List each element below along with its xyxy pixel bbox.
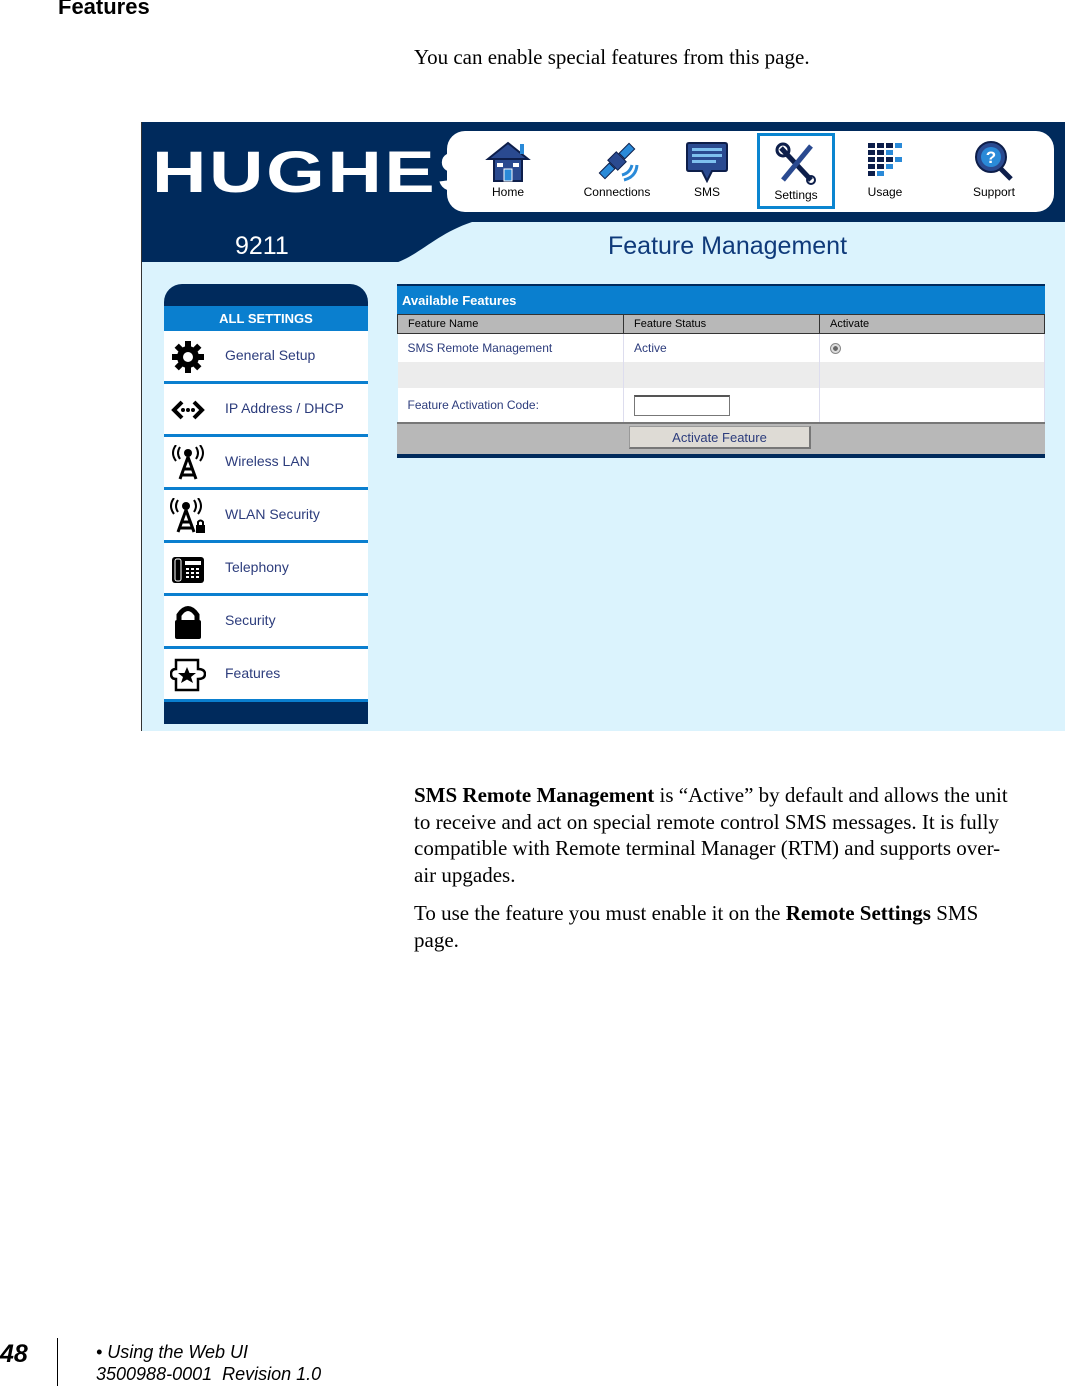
paragraph-text: To use the feature you must enable it on… — [414, 901, 786, 925]
nav-settings-label: Settings — [774, 188, 818, 202]
column-header: Feature Name — [397, 314, 624, 334]
sidebar-item-wlan-security[interactable]: WLAN Security — [164, 490, 368, 543]
paragraph-remote-settings: To use the feature you must enable it on… — [414, 900, 1014, 953]
activate-feature-button[interactable]: Activate Feature — [629, 426, 811, 449]
svg-text:?: ? — [986, 148, 996, 167]
column-header: Activate — [819, 314, 1045, 334]
nav-support[interactable]: ? Support — [955, 133, 1033, 209]
sidebar-label: Telephony — [225, 559, 289, 575]
message-icon — [686, 142, 728, 183]
puzzle-star-icon — [170, 658, 206, 692]
satellite-icon — [598, 142, 639, 182]
page-number: 48 — [0, 1340, 28, 1368]
footer-chapter: • Using the Web UI — [96, 1342, 249, 1362]
nav-connections-label: Connections — [583, 185, 651, 199]
footer-divider — [57, 1338, 58, 1386]
antenna-icon — [172, 445, 204, 480]
paragraph-sms-remote: SMS Remote Management is “Active” by def… — [414, 782, 1014, 888]
nav-home-label: Home — [491, 185, 524, 199]
lock-icon — [175, 606, 201, 639]
section-title: Features — [58, 0, 150, 19]
activation-code-cell — [623, 388, 820, 422]
nav-support-label: Support — [972, 185, 1016, 199]
model-number: 9211 — [235, 232, 289, 260]
home-icon — [485, 141, 531, 182]
antenna-lock-icon — [170, 498, 205, 533]
sidebar-header: ALL SETTINGS — [164, 306, 368, 331]
activate-cell — [819, 333, 1045, 362]
table-row: SMS Remote Management Active — [397, 333, 1045, 362]
activate-radio[interactable] — [830, 343, 841, 355]
spacer-row — [397, 362, 1045, 388]
nav-usage-label: Usage — [867, 185, 903, 199]
nav-sms-label: SMS — [693, 185, 720, 199]
main-nav: Home Connections SMS Settings Usage ? Su… — [447, 131, 1054, 212]
bold-term: Remote Settings — [785, 901, 931, 925]
nav-settings[interactable]: Settings — [757, 133, 835, 209]
feature-name: SMS Remote Management — [397, 333, 624, 362]
panel-title: Available Features — [397, 284, 1045, 314]
hughes-logo: HUGHES — [152, 140, 491, 205]
button-row: Activate Feature — [397, 422, 1045, 458]
phone-icon — [172, 557, 204, 583]
nav-sms[interactable]: SMS — [668, 133, 746, 209]
features-table: Feature Name Feature Status Activate SMS… — [397, 314, 1045, 422]
help-icon: ? — [975, 141, 1013, 181]
activation-code-label: Feature Activation Code: — [397, 388, 624, 422]
sidebar-label: Wireless LAN — [225, 453, 310, 469]
sidebar-label: WLAN Security — [225, 506, 320, 522]
page-title: Feature Management — [608, 232, 848, 260]
sidebar-item-wireless-lan[interactable]: Wireless LAN — [164, 437, 368, 490]
activation-code-row: Feature Activation Code: — [397, 388, 1045, 422]
table-header-row: Feature Name Feature Status Activate — [397, 314, 1045, 334]
sidebar-item-security[interactable]: Security — [164, 596, 368, 649]
sidebar-item-general-setup[interactable]: General Setup — [164, 331, 368, 384]
web-ui-screenshot: HUGHES 9211 Home Connections SMS Setting… — [141, 122, 1065, 731]
nav-connections[interactable]: Connections — [577, 133, 657, 209]
footer-text: • Using the Web UI 3500988-0001 Revision… — [96, 1341, 321, 1385]
sidebar-label: Security — [225, 612, 276, 628]
sidebar-top — [164, 284, 368, 306]
sidebar-item-ip-address[interactable]: IP Address / DHCP — [164, 384, 368, 437]
sidebar-bottom — [164, 702, 368, 724]
gear-icon — [172, 341, 204, 373]
settings-sidebar: ALL SETTINGS General Setup IP Address / … — [164, 284, 368, 724]
activation-code-input[interactable] — [634, 394, 730, 416]
nav-home[interactable]: Home — [469, 133, 547, 209]
feature-status: Active — [623, 333, 820, 362]
sidebar-label: IP Address / DHCP — [225, 400, 344, 416]
bold-term: SMS Remote Management — [414, 783, 655, 807]
tools-icon — [775, 142, 816, 185]
sidebar-label: General Setup — [225, 347, 316, 363]
available-features-panel: Available Features Feature Name Feature … — [397, 284, 1045, 458]
nav-usage[interactable]: Usage — [846, 133, 924, 209]
footer-doc-id: 3500988-0001 Revision 1.0 — [96, 1364, 322, 1384]
usage-grid-icon — [868, 143, 902, 176]
body-text: SMS Remote Management is “Active” by def… — [414, 782, 1014, 965]
sidebar-item-telephony[interactable]: Telephony — [164, 543, 368, 596]
network-arrows-icon — [171, 400, 205, 420]
column-header: Feature Status — [623, 314, 820, 334]
sidebar-item-features[interactable]: Features — [164, 649, 368, 702]
sidebar-label: Features — [225, 665, 281, 681]
intro-text: You can enable special features from thi… — [414, 45, 810, 69]
